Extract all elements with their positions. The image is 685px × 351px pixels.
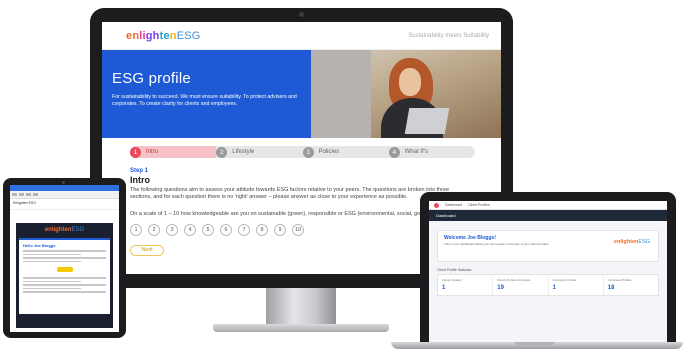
hero-subtitle: For sustainability to succeed. We must e… (112, 94, 297, 108)
email-cta-button[interactable] (56, 267, 73, 272)
step-intro[interactable]: 1 Intro (130, 146, 217, 158)
rating-option-1[interactable]: 1 (130, 223, 142, 236)
stat-profiles-incomplete[interactable]: Clients Profiles Incomplete 19 (493, 275, 549, 295)
stat-label: Clients Profiles Incomplete (497, 278, 531, 282)
email-logo: enlightenESG (44, 227, 85, 233)
step-number: 1 (130, 146, 141, 158)
laptop-screen: Dashboard Client Profiles Dashboard Welc… (429, 201, 667, 344)
toolbar-icon[interactable] (33, 193, 38, 196)
status-stats: Clients Created 1 Clients Profiles Incom… (437, 274, 659, 296)
email-body: enlightenESG Hello Joe Bloggs (16, 223, 113, 328)
step-number: 2 (216, 146, 228, 158)
stat-label: Incomplete Profiles (552, 278, 577, 282)
rating-option-6[interactable]: 6 (220, 223, 232, 236)
step-number: 4 (388, 146, 400, 158)
rating-option-10[interactable]: 10 (292, 223, 304, 236)
next-button[interactable]: Next (130, 244, 164, 256)
email-greeting: Hello Joe Bloggs (23, 243, 56, 248)
status-section-title: Client Profile Statuses (437, 268, 472, 272)
webcam-dot (299, 12, 304, 17)
nav-client-profiles[interactable]: Client Profiles (468, 203, 490, 207)
tablet-screen: Enlighten ESG enlightenESG Hello Joe Blo… (10, 185, 119, 332)
section-title: Intro (130, 175, 150, 185)
rating-option-4[interactable]: 4 (184, 223, 196, 236)
hero-banner: ESG profile For sustainability to succee… (102, 50, 501, 138)
rating-option-5[interactable]: 5 (202, 223, 214, 236)
step-label: Lifestyle (232, 149, 255, 155)
step-indicator: Step 1 (130, 168, 149, 174)
header-tagline: Sustainability meets Suitability (408, 32, 489, 39)
nav-dashboard[interactable]: Dashboard (445, 203, 462, 207)
toolbar-icon[interactable] (26, 193, 31, 196)
intro-paragraph: The following questions aim to assess yo… (130, 187, 450, 201)
monitor-stand-foot (213, 324, 389, 332)
hero-photo (311, 50, 501, 138)
stat-value: 19 (497, 285, 504, 291)
step-label: Policies (318, 149, 340, 155)
site-header: enlightenESG Sustainability meets Suitab… (102, 22, 501, 50)
stat-incomplete[interactable]: Incomplete Profiles 1 (549, 275, 604, 295)
tablet-device: Enlighten ESG enlightenESG Hello Joe Blo… (3, 178, 126, 338)
stat-clients-created[interactable]: Clients Created 1 (438, 275, 494, 295)
rating-option-8[interactable]: 8 (256, 223, 268, 236)
step-number: 3 (302, 146, 314, 158)
toolbar-icon[interactable] (12, 193, 17, 196)
stat-value: 1 (552, 285, 556, 291)
rating-option-3[interactable]: 3 (166, 223, 178, 236)
step-label: Intro (146, 149, 159, 155)
hero-text: ESG profile For sustainability to succee… (112, 70, 302, 108)
email-sender: Enlighten ESG (10, 199, 119, 210)
email-card: Hello Joe Bloggs (19, 238, 110, 314)
app-logo-icon[interactable] (434, 202, 439, 208)
device-mockup-stage: enlightenESG Sustainability meets Suitab… (0, 0, 685, 351)
stat-label: Clients Created (442, 278, 462, 282)
stat-completed[interactable]: Completed Profiles 18 (604, 275, 658, 295)
toolbar-icon[interactable] (19, 193, 24, 196)
welcome-card: Welcome Joe Bloggs! This is your dashboa… (437, 230, 659, 262)
rating-option-2[interactable]: 2 (148, 223, 160, 236)
dashboard-logo: enlightenESG (613, 239, 650, 245)
rating-option-7[interactable]: 7 (238, 223, 250, 236)
welcome-text: This is your dashboard where you can rev… (444, 242, 550, 246)
progress-steps: 1 Intro 2 Lifestyle 3 Policies 4 What If… (130, 146, 475, 158)
step-label: What If's (404, 149, 428, 155)
tablet-camera (62, 181, 65, 184)
dashboard-title-bar: Dashboard (429, 210, 667, 221)
monitor-stand-neck (266, 288, 336, 326)
step-lifestyle[interactable]: 2 Lifestyle (216, 146, 302, 158)
rating-option-9[interactable]: 9 (274, 223, 286, 236)
enlighten-esg-logo[interactable]: enlightenESG (126, 30, 201, 42)
step-what-ifs[interactable]: 4 What If's (388, 146, 475, 158)
page-title: ESG profile (112, 70, 191, 87)
laptop-nav: Dashboard Client Profiles (429, 201, 667, 210)
stat-value: 18 (607, 285, 615, 291)
stat-label: Completed Profiles (607, 278, 632, 282)
laptop-notch (515, 342, 555, 345)
step-policies[interactable]: 3 Policies (302, 146, 389, 158)
stat-value: 1 (442, 285, 446, 291)
laptop-device: Dashboard Client Profiles Dashboard Welc… (420, 192, 676, 344)
email-toolbar (10, 191, 119, 199)
